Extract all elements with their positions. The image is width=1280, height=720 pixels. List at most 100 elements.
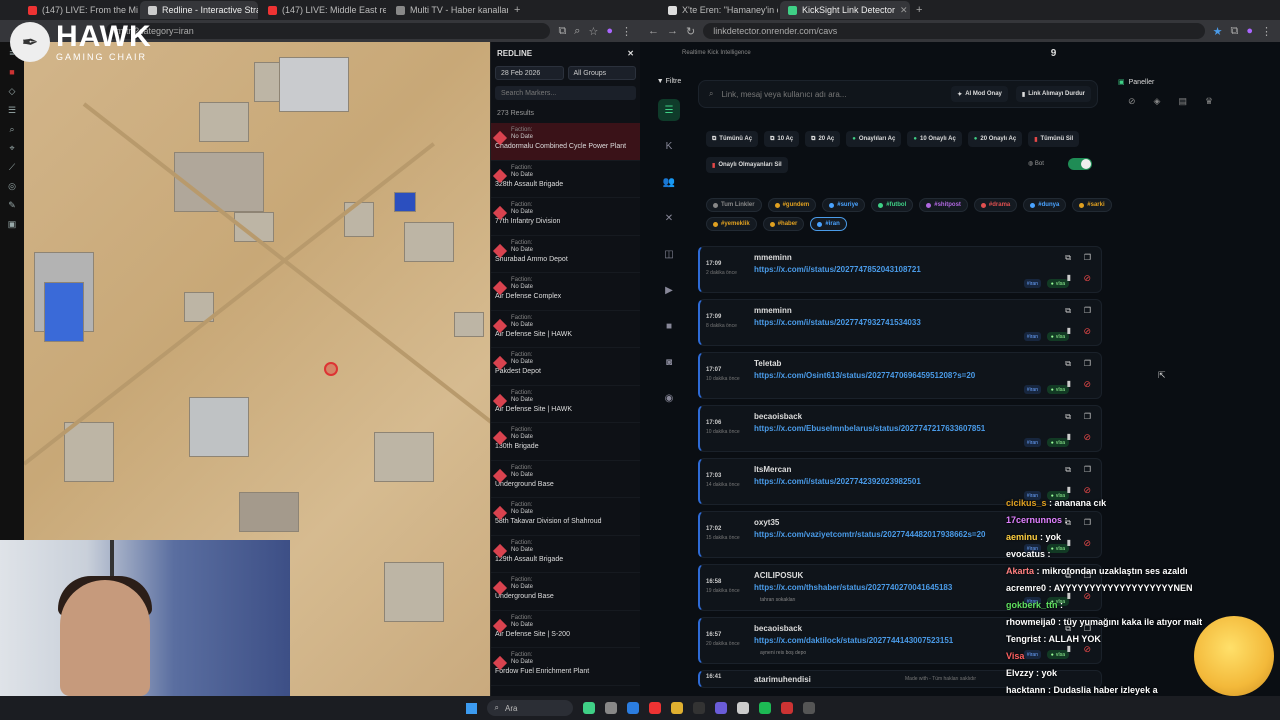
group-filter[interactable]: All Groups — [567, 66, 636, 80]
menu-icon[interactable]: ⋮ — [621, 25, 632, 38]
new-tab-icon[interactable]: + — [916, 4, 922, 16]
marker-list-item[interactable]: Faction: No Date Air Defense Complex — [491, 273, 640, 311]
marker-list-item[interactable]: Faction: No Date Pakdest Depot — [491, 348, 640, 386]
trophy-icon[interactable]: ♛ — [1205, 96, 1213, 107]
back-icon[interactable]: ← — [648, 25, 659, 37]
tag-shitpost[interactable]: #shitpost — [919, 198, 968, 212]
tab-x-post[interactable]: X'te Eren: "Hamaney'in öldüğü ✕ — [660, 1, 778, 19]
block-icon[interactable]: ⊘ — [1083, 326, 1091, 337]
app-icon[interactable] — [692, 702, 705, 714]
star-icon[interactable]: ☆ — [588, 25, 598, 38]
star-icon[interactable]: ★ — [1213, 25, 1223, 38]
video-icon[interactable]: ■ — [658, 315, 680, 337]
marker-list-item[interactable]: Faction: No Date Fordow Fuel Enrichment Pl… — [491, 648, 640, 686]
zoom-icon[interactable]: ⌕ — [574, 25, 580, 38]
tag-yemeklik[interactable]: #yemeklik — [706, 217, 757, 231]
card-link[interactable]: https://x.com/Osint613/status/2027747069… — [754, 371, 975, 380]
profile-icon[interactable]: ● — [1246, 25, 1253, 37]
card-link[interactable]: https://x.com/i/status/20277479327415340… — [754, 318, 921, 327]
link-search-input[interactable]: Link, mesaj veya kullanıcı adı ara... — [721, 90, 943, 99]
draw-icon[interactable]: ✎ — [7, 200, 17, 210]
edge-icon[interactable] — [626, 702, 639, 714]
url-field[interactable]: m.tr/?category=iran — [106, 23, 551, 39]
tag-all-links[interactable]: Tum Linkler — [706, 198, 762, 212]
trash-icon[interactable]: ▮ — [1067, 432, 1071, 441]
tab-live-middle-east[interactable]: (147) LIVE: From the Middle Ea ✕ — [20, 1, 138, 19]
copy-icon[interactable]: ❐ — [1084, 306, 1091, 315]
camera-icon[interactable]: ◙ — [658, 351, 680, 373]
shield-icon[interactable]: ◇ — [7, 86, 17, 96]
marker-list-item[interactable]: Faction: No Date Underground Base — [491, 573, 640, 611]
marker-list-item[interactable]: Faction: No Date Air Defense Site | S-200 — [491, 611, 640, 648]
chrome-icon[interactable] — [648, 702, 661, 714]
list-icon[interactable]: ☰ — [7, 105, 17, 115]
extensions-icon[interactable]: ⧉ — [1230, 25, 1238, 38]
open-link-icon[interactable]: ⧉ — [1065, 359, 1071, 369]
spotify-icon[interactable] — [758, 702, 771, 714]
marker-list-item[interactable]: Faction: No Date Air Defense Site | HAWK — [491, 386, 640, 423]
card-link[interactable]: https://x.com/daktilock/status/202774414… — [754, 636, 953, 645]
tag-gundem[interactable]: #gundem — [767, 198, 817, 212]
target-icon[interactable]: ◎ — [7, 181, 17, 191]
open-10-approved-button[interactable]: ● 10 Onaylı Aç — [907, 131, 962, 147]
copy-icon[interactable]: ❐ — [1084, 359, 1091, 368]
camera-icon[interactable]: ▣ — [7, 219, 17, 229]
marker-list-item[interactable]: Faction: No Date Underground Base — [491, 461, 640, 498]
open-10-button[interactable]: ⧉ 10 Aç — [764, 131, 800, 147]
shield-icon[interactable]: ◈ — [1154, 96, 1161, 107]
marker-list-item[interactable]: Faction: No Date 130th Brigade — [491, 423, 640, 461]
new-tab-icon[interactable]: + — [514, 4, 520, 16]
app-icon[interactable] — [802, 702, 815, 714]
card-link[interactable]: https://x.com/Ebuselmnbelarus/status/202… — [754, 424, 985, 433]
marker-list-item[interactable]: Faction: No Date Chadormalu Combined Cycle… — [491, 123, 640, 161]
app-icon[interactable] — [780, 702, 793, 714]
tag-haber[interactable]: #haber — [762, 217, 805, 231]
delete-all-button[interactable]: ▮ Tümünü Sil — [1028, 131, 1080, 147]
block-icon[interactable]: ⊘ — [1083, 432, 1091, 443]
marker-list-item[interactable]: Faction: No Date Air Defense Site | HAWK — [491, 311, 640, 348]
forward-icon[interactable]: → — [667, 25, 678, 37]
instagram-icon[interactable]: ◫ — [658, 243, 680, 265]
app-icon[interactable] — [736, 702, 749, 714]
stop-links-button[interactable]: ▮ Link Alımayı Durdur — [1015, 86, 1091, 102]
bot-toggle[interactable] — [1068, 158, 1092, 170]
marker-search-input[interactable]: Search Markers... — [495, 86, 636, 100]
flag-icon[interactable]: ■ — [7, 67, 17, 77]
trash-icon[interactable]: ▮ — [1067, 326, 1071, 335]
copy-icon[interactable]: ❐ — [1084, 253, 1091, 262]
ai-mode-button[interactable]: ✦ AI Mod Onay — [951, 86, 1008, 102]
tag-drama[interactable]: #drama — [973, 198, 1018, 212]
open-approved-button[interactable]: ● Onaylıları Aç — [846, 131, 902, 147]
database-icon[interactable]: ▤ — [1178, 96, 1187, 107]
kick-icon[interactable]: K — [658, 135, 680, 157]
open-20-approved-button[interactable]: ● 20 Onaylı Aç — [967, 131, 1023, 147]
copy-icon[interactable]: ❐ — [1084, 412, 1091, 421]
marker-list-item[interactable]: Faction: No Date 77th Infantry Division — [491, 198, 640, 236]
marker-list-item[interactable]: Faction: No Date 129th Assault Brigade — [491, 536, 640, 573]
trash-icon[interactable]: ▮ — [1067, 379, 1071, 388]
tab-kicksight[interactable]: KickSight Link Detector ✕ — [780, 1, 910, 19]
url-field[interactable]: linkdetector.onrender.com/cavs — [703, 23, 1205, 39]
close-icon[interactable]: ✕ — [627, 49, 634, 58]
marker-list-item[interactable]: Faction: No Date 328th Assault Brigade — [491, 161, 640, 198]
block-icon[interactable]: ⊘ — [1083, 379, 1091, 390]
block-icon[interactable]: ⊘ — [1083, 485, 1091, 496]
pin-icon[interactable]: ⌖ — [7, 143, 17, 153]
open-link-icon[interactable]: ⧉ — [1065, 306, 1071, 316]
open-20-button[interactable]: ⧉ 20 Aç — [805, 131, 841, 147]
open-link-icon[interactable]: ⧉ — [1065, 412, 1071, 422]
marker-list-item[interactable]: Faction: No Date Shurabad Ammo Depot — [491, 236, 640, 273]
block-icon[interactable]: ⊘ — [1083, 273, 1091, 284]
taskbar-search[interactable]: ⌕ Ara — [486, 700, 573, 716]
extensions-icon[interactable]: ⧉ — [558, 25, 566, 38]
windows-start-icon[interactable] — [465, 702, 477, 714]
x-icon[interactable]: ✕ — [658, 207, 680, 229]
card-link[interactable]: https://x.com/vaziyetcomtr/status/202774… — [754, 530, 985, 539]
ruler-icon[interactable]: ⟋ — [7, 162, 17, 172]
users-icon[interactable]: 👥 — [658, 171, 680, 193]
marker-list-item[interactable]: Faction: No Date 58th Takavar Division of … — [491, 498, 640, 536]
tab-multi-tv[interactable]: Multi TV - Haber kanallarını ay ✕ — [388, 1, 508, 19]
explorer-icon[interactable] — [670, 702, 683, 714]
globe-icon[interactable]: ◉ — [658, 387, 680, 409]
tab-live-middle-east-2[interactable]: (147) LIVE: Middle East real-tim ✕ — [260, 1, 386, 19]
